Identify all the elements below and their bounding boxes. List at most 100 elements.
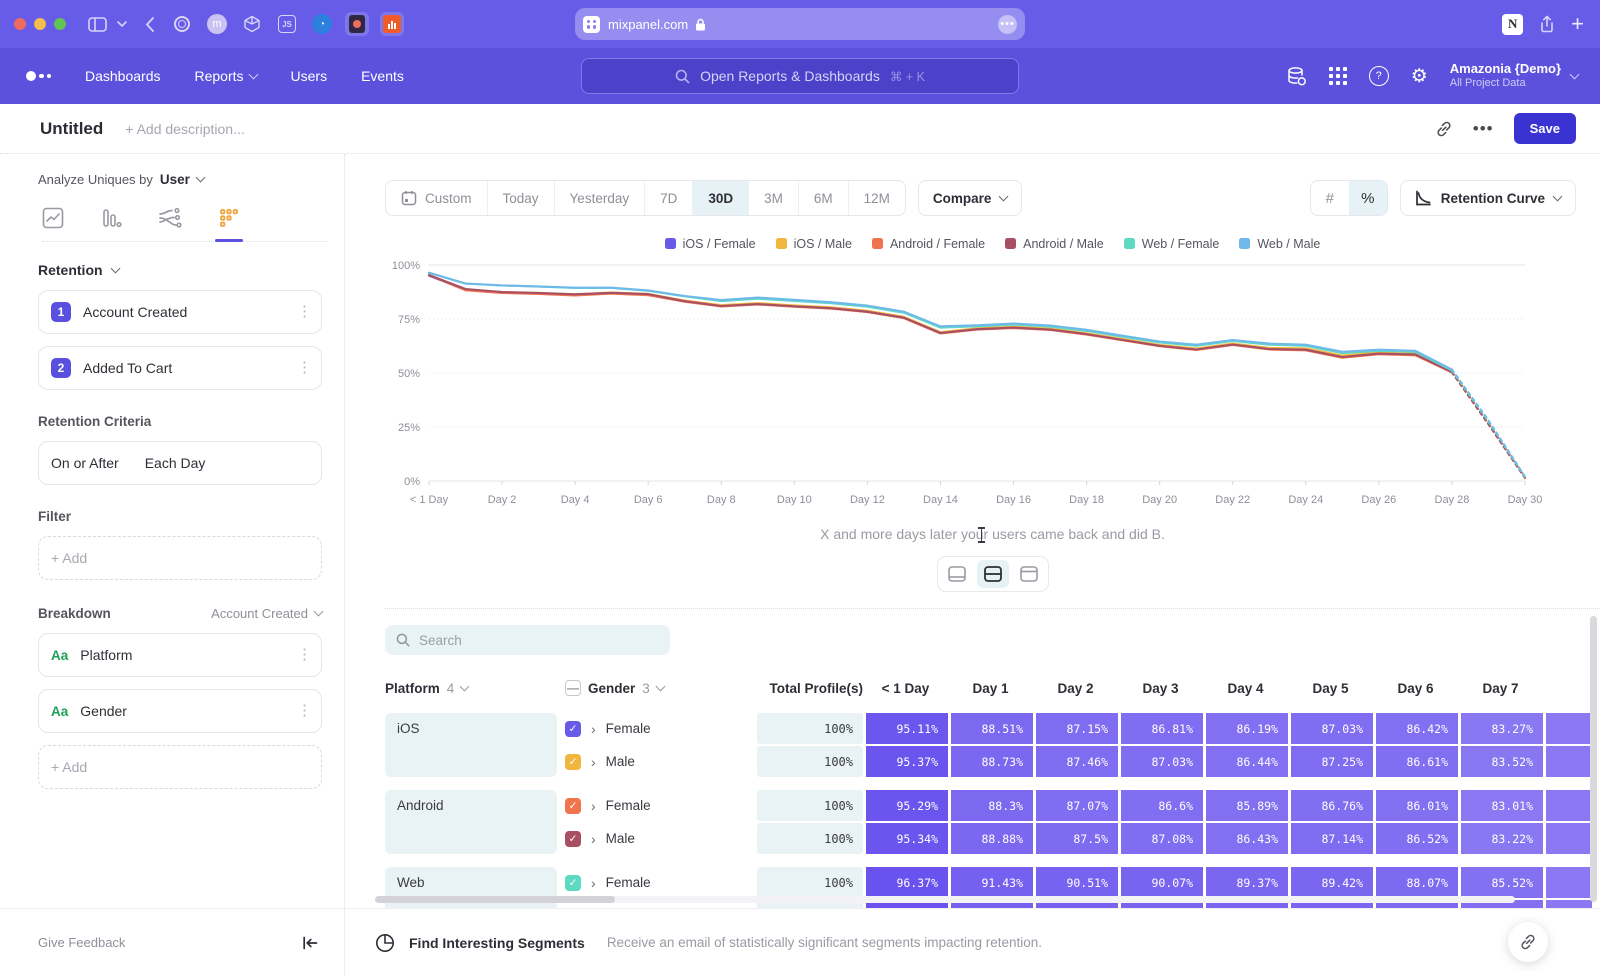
nav-link-reports[interactable]: Reports xyxy=(195,68,257,84)
segment-checkbox[interactable]: ✓ xyxy=(565,831,581,847)
segment-checkbox[interactable]: ✓ xyxy=(565,798,581,814)
range-30d[interactable]: 30D xyxy=(692,181,748,215)
add-description[interactable]: + Add description... xyxy=(125,121,244,137)
retention-step-2[interactable]: 2 Added To Cart ⋮ xyxy=(38,346,322,390)
zoom-window-button[interactable] xyxy=(54,18,66,30)
range-7d[interactable]: 7D xyxy=(644,181,692,215)
kebab-menu-icon[interactable]: ⋮ xyxy=(297,365,309,372)
share-icon[interactable] xyxy=(1539,15,1555,33)
retention-step-1[interactable]: 1 Account Created ⋮ xyxy=(38,290,322,334)
legend-item[interactable]: Web / Male xyxy=(1239,236,1320,251)
globe-extension-icon[interactable]: ◔ xyxy=(310,12,334,36)
platform-column-header[interactable]: Platform4 xyxy=(385,681,565,696)
kebab-menu-icon[interactable]: ⋮ xyxy=(297,309,309,316)
day-column-header[interactable]: < 1 Day xyxy=(863,681,948,696)
nav-link-dashboards[interactable]: Dashboards xyxy=(85,68,161,84)
day-column-header[interactable]: Day 1 xyxy=(948,681,1033,696)
breakdown-gender[interactable]: Aa Gender ⋮ xyxy=(38,689,322,733)
legend-item[interactable]: Android / Female xyxy=(872,236,985,251)
notion-icon[interactable]: N xyxy=(1502,14,1523,35)
percent-toggle[interactable]: % xyxy=(1349,181,1387,215)
new-tab-icon[interactable]: + xyxy=(1571,13,1584,35)
day-column-header[interactable]: Day 2 xyxy=(1033,681,1118,696)
retention-section-title[interactable]: Retention xyxy=(38,262,103,278)
retention-criteria-select[interactable]: On or After Each Day xyxy=(38,441,322,485)
apps-grid-icon[interactable] xyxy=(1329,67,1347,85)
chart-only-view-toggle[interactable] xyxy=(941,560,973,588)
day-column-header[interactable]: Day 5 xyxy=(1288,681,1373,696)
tab-flows[interactable] xyxy=(158,207,182,229)
chart-type-select[interactable]: Retention Curve xyxy=(1400,180,1576,216)
segment-checkbox[interactable]: ✓ xyxy=(565,754,581,770)
absolute-numbers-toggle[interactable]: # xyxy=(1311,181,1349,215)
vertical-scrollbar[interactable] xyxy=(1590,616,1597,902)
range-12m[interactable]: 12M xyxy=(848,181,905,215)
tab-insights[interactable] xyxy=(42,207,64,229)
day-column-header[interactable]: Day 6 xyxy=(1373,681,1458,696)
table-search-input[interactable]: Search xyxy=(385,625,670,655)
copy-link-icon[interactable] xyxy=(1435,120,1453,138)
js-extension-icon[interactable]: JS xyxy=(275,12,299,36)
password-extension-icon[interactable] xyxy=(345,12,369,36)
soundcloud-extension-icon[interactable] xyxy=(380,12,404,36)
tab-retention[interactable] xyxy=(218,207,240,229)
range-today[interactable]: Today xyxy=(487,181,554,215)
criteria-value[interactable]: Each Day xyxy=(145,455,206,471)
legend-item[interactable]: Android / Male xyxy=(1005,236,1104,251)
legend-item[interactable]: Web / Female xyxy=(1124,236,1220,251)
chevron-down-icon[interactable] xyxy=(117,21,127,27)
range-3m[interactable]: 3M xyxy=(748,181,798,215)
cube-extension-icon[interactable] xyxy=(240,12,264,36)
expand-chevron-icon[interactable]: › xyxy=(591,832,596,846)
save-button[interactable]: Save xyxy=(1514,113,1576,144)
expand-chevron-icon[interactable]: › xyxy=(591,799,596,813)
day-column-header[interactable]: Day 4 xyxy=(1203,681,1288,696)
breakdown-add-button[interactable]: + Add xyxy=(38,745,322,789)
sidebar-toggle-icon[interactable] xyxy=(88,17,107,32)
day-column-header[interactable]: Day 7 xyxy=(1458,681,1543,696)
avatar-extension-icon[interactable]: m xyxy=(205,12,229,36)
table-only-view-toggle[interactable] xyxy=(1013,560,1045,588)
compare-button[interactable]: Compare xyxy=(918,180,1023,216)
segment-checkbox[interactable]: ✓ xyxy=(565,721,581,737)
minimize-window-button[interactable] xyxy=(34,18,46,30)
settings-gear-icon[interactable]: ⚙ xyxy=(1411,67,1428,86)
mixpanel-logo[interactable] xyxy=(26,71,51,81)
nav-link-events[interactable]: Events xyxy=(361,68,404,84)
filter-add-button[interactable]: + Add xyxy=(38,536,322,580)
criteria-condition[interactable]: On or After xyxy=(51,455,119,471)
help-icon[interactable]: ? xyxy=(1369,66,1389,86)
find-interesting-segments[interactable]: Find Interesting Segments Receive an ema… xyxy=(345,933,1042,953)
gender-column-header[interactable]: — Gender3 xyxy=(565,680,757,696)
expand-chevron-icon[interactable]: › xyxy=(591,876,596,890)
total-profiles-column-header[interactable]: Total Profile(s) xyxy=(757,681,863,696)
project-switcher[interactable]: Amazonia {Demo} All Project Data xyxy=(1450,61,1578,91)
horizontal-scrollbar[interactable] xyxy=(375,896,1515,903)
back-icon[interactable] xyxy=(145,17,154,32)
split-view-toggle[interactable] xyxy=(977,560,1009,588)
share-link-floating-button[interactable] xyxy=(1508,922,1548,962)
report-title[interactable]: Untitled xyxy=(40,119,103,139)
breakdown-platform[interactable]: Aa Platform ⋮ xyxy=(38,633,322,677)
close-window-button[interactable] xyxy=(14,18,26,30)
target-extension-icon[interactable] xyxy=(170,12,194,36)
expand-chevron-icon[interactable]: › xyxy=(591,722,596,736)
kebab-menu-icon[interactable]: ⋮ xyxy=(297,652,309,659)
legend-item[interactable]: iOS / Female xyxy=(665,236,756,251)
expand-chevron-icon[interactable]: › xyxy=(591,755,596,769)
nav-link-users[interactable]: Users xyxy=(291,68,328,84)
more-options-icon[interactable]: ••• xyxy=(1473,119,1494,139)
segment-checkbox[interactable]: ✓ xyxy=(565,875,581,891)
kebab-menu-icon[interactable]: ⋮ xyxy=(297,708,309,715)
tab-funnels[interactable] xyxy=(100,207,122,229)
range-custom[interactable]: Custom xyxy=(386,181,487,215)
range-yesterday[interactable]: Yesterday xyxy=(554,181,645,215)
breakdown-scope-select[interactable]: Account Created xyxy=(211,606,322,621)
url-more-icon[interactable]: ••• xyxy=(998,15,1017,34)
range-6m[interactable]: 6M xyxy=(798,181,848,215)
analyze-entity-select[interactable]: User xyxy=(160,172,190,187)
legend-item[interactable]: iOS / Male xyxy=(776,236,852,251)
data-management-icon[interactable] xyxy=(1286,66,1307,87)
indeterminate-checkbox[interactable]: — xyxy=(565,680,581,696)
url-bar[interactable]: mixpanel.com ••• xyxy=(575,8,1025,40)
